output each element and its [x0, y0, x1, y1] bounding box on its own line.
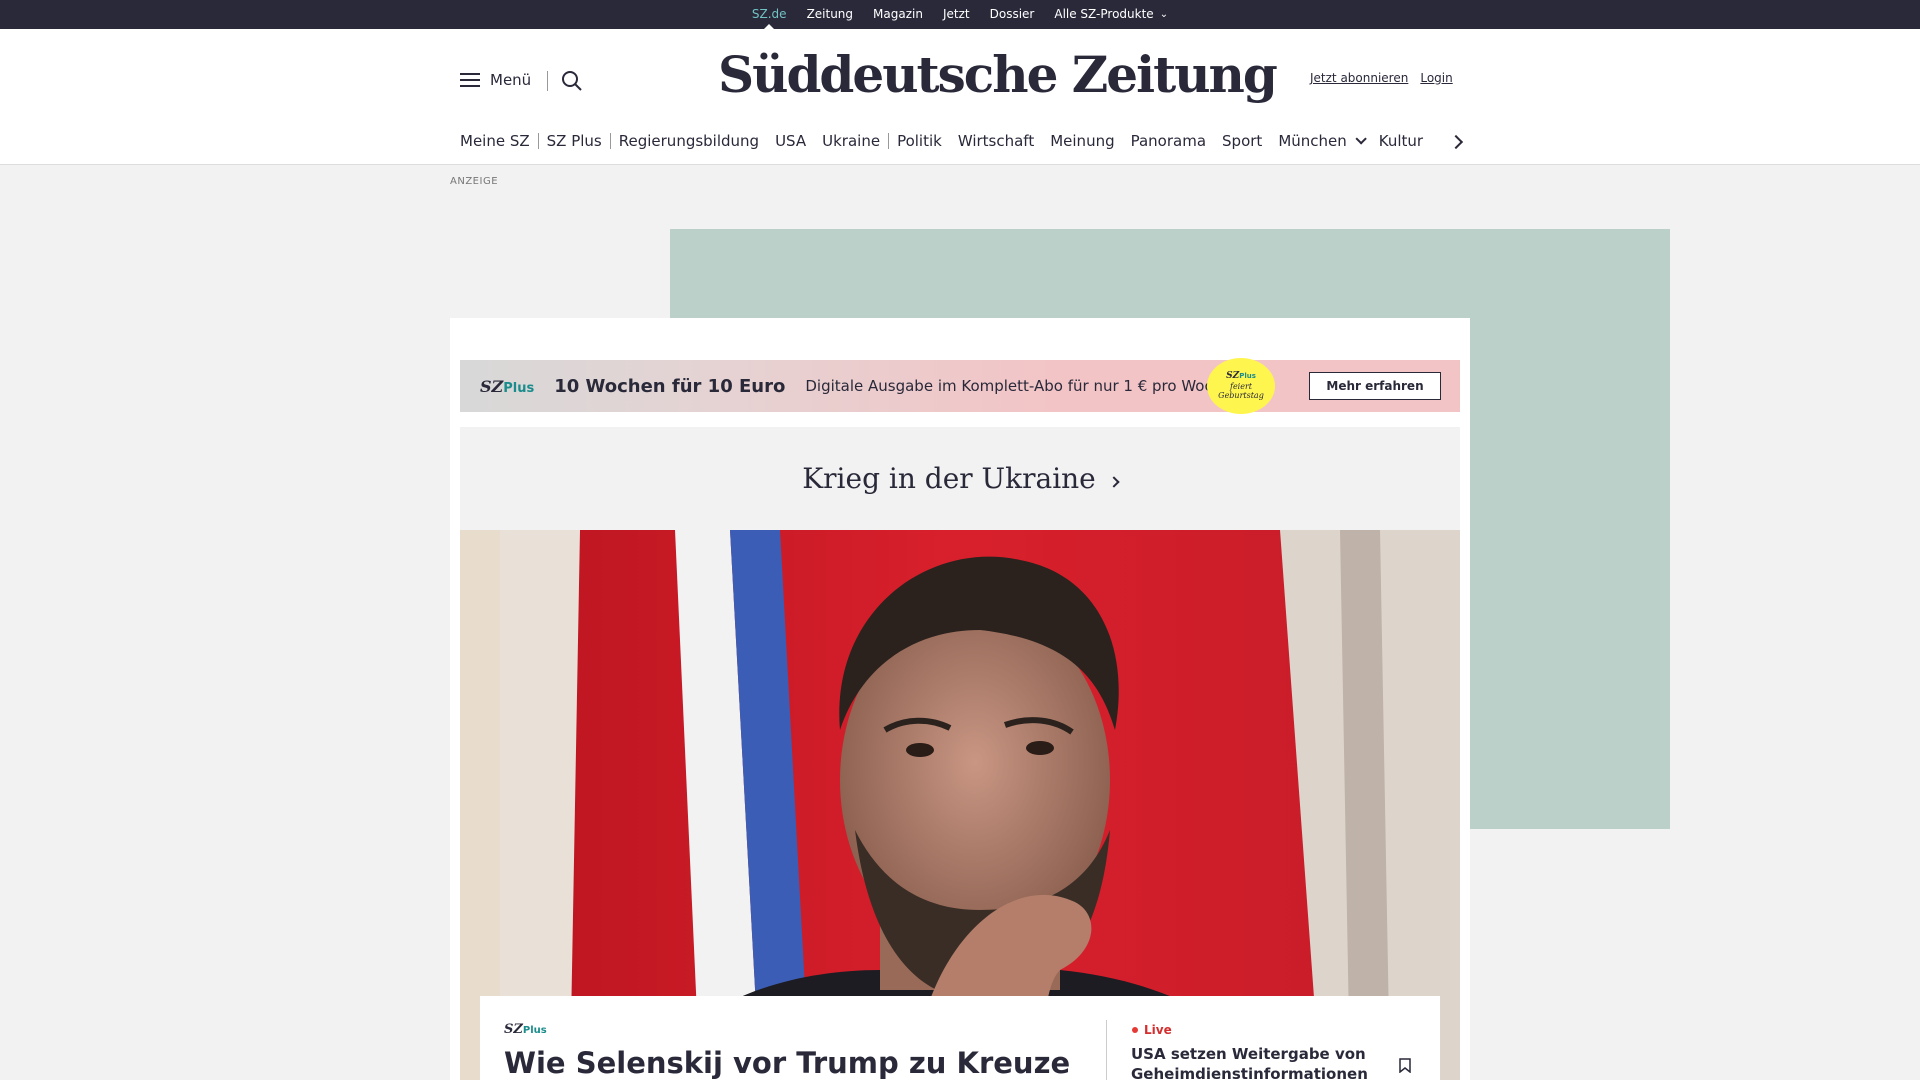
- nav-usa[interactable]: USA: [767, 132, 814, 150]
- nav-muenchen[interactable]: München: [1270, 132, 1370, 150]
- ad-label: ANZEIGE: [450, 176, 499, 187]
- topbar-sz-de[interactable]: SZ.de: [752, 0, 787, 29]
- chevron-down-icon: ⌄: [1159, 9, 1169, 20]
- sz-plus-promo[interactable]: SZPlus 10 Wochen für 10 Euro Digitale Au…: [460, 358, 1460, 414]
- top-bar: SZ.de Zeitung Magazin Jetzt Dossier Alle…: [0, 0, 1920, 29]
- nav-regierungsbildung[interactable]: Regierungsbildung: [611, 132, 767, 150]
- lead-headline[interactable]: Wie Selenskij vor Trump zu Kreuze: [504, 1046, 1070, 1080]
- nav-sport[interactable]: Sport: [1214, 132, 1270, 150]
- nav-muenchen-label: München: [1278, 132, 1347, 150]
- nav-wirtschaft[interactable]: Wirtschaft: [950, 132, 1042, 150]
- nav-ukraine[interactable]: Ukraine: [814, 132, 888, 150]
- lead-article-card[interactable]: SZPlus Wie Selenskij vor Trump zu Kreuze…: [480, 996, 1440, 1080]
- nav-kultur[interactable]: Kultur: [1371, 132, 1431, 150]
- birthday-badge: SZPlus feiert Geburtstag: [1207, 358, 1275, 414]
- section-header[interactable]: Krieg in der Ukraine: [460, 427, 1460, 530]
- site-logo[interactable]: Süddeutsche Zeitung: [718, 45, 1278, 104]
- nav-politik[interactable]: Politik: [889, 132, 950, 150]
- live-teaser[interactable]: USA setzen Weitergabe von Geheimdienstin…: [1131, 1044, 1371, 1080]
- main-nav: Meine SZ SZ Plus Regierungsbildung USA U…: [460, 129, 1431, 153]
- site-header: Menü Süddeutsche Zeitung Jetzt abonniere…: [0, 29, 1920, 165]
- nav-meinung[interactable]: Meinung: [1042, 132, 1122, 150]
- chevron-right-icon: [1108, 475, 1120, 488]
- topbar-dossier[interactable]: Dossier: [990, 0, 1035, 29]
- menu-label: Menü: [490, 71, 532, 89]
- section-title: Krieg in der Ukraine: [802, 462, 1096, 495]
- nav-panorama[interactable]: Panorama: [1123, 132, 1214, 150]
- sz-plus-logo: SZPlus: [504, 1022, 547, 1037]
- login-link[interactable]: Login: [1420, 71, 1452, 85]
- promo-title: 10 Wochen für 10 Euro: [554, 375, 786, 397]
- live-badge: Live: [1132, 1023, 1172, 1037]
- chevron-down-icon: [1355, 133, 1367, 145]
- topbar-magazin[interactable]: Magazin: [873, 0, 923, 29]
- live-label: Live: [1144, 1023, 1172, 1037]
- account-links: Jetzt abonnieren Login: [1310, 71, 1453, 85]
- bookmark-icon[interactable]: [1399, 1058, 1411, 1073]
- promo-text: Digitale Ausgabe im Komplett-Abo für nur…: [805, 377, 1237, 395]
- menu-divider: [547, 71, 548, 91]
- sz-plus-logo: SZPlus: [480, 376, 535, 396]
- search-icon[interactable]: [560, 69, 584, 93]
- mehr-erfahren-button[interactable]: Mehr erfahren: [1309, 372, 1441, 400]
- subscribe-link[interactable]: Jetzt abonnieren: [1310, 71, 1408, 85]
- nav-meine-sz[interactable]: Meine SZ: [460, 132, 538, 150]
- live-dot-icon: [1132, 1027, 1138, 1033]
- card-divider: [1106, 1020, 1107, 1080]
- topbar-alle-produkte[interactable]: Alle SZ-Produkte ⌄: [1054, 0, 1168, 29]
- nav-scroll-right-icon[interactable]: [1448, 132, 1466, 150]
- hamburger-icon: [460, 73, 480, 87]
- topbar-zeitung[interactable]: Zeitung: [807, 0, 853, 29]
- nav-sz-plus[interactable]: SZ Plus: [539, 132, 610, 150]
- menu-button[interactable]: Menü: [460, 71, 531, 89]
- topbar-jetzt[interactable]: Jetzt: [943, 0, 970, 29]
- topbar-alle-produkte-label: Alle SZ-Produkte: [1054, 7, 1154, 21]
